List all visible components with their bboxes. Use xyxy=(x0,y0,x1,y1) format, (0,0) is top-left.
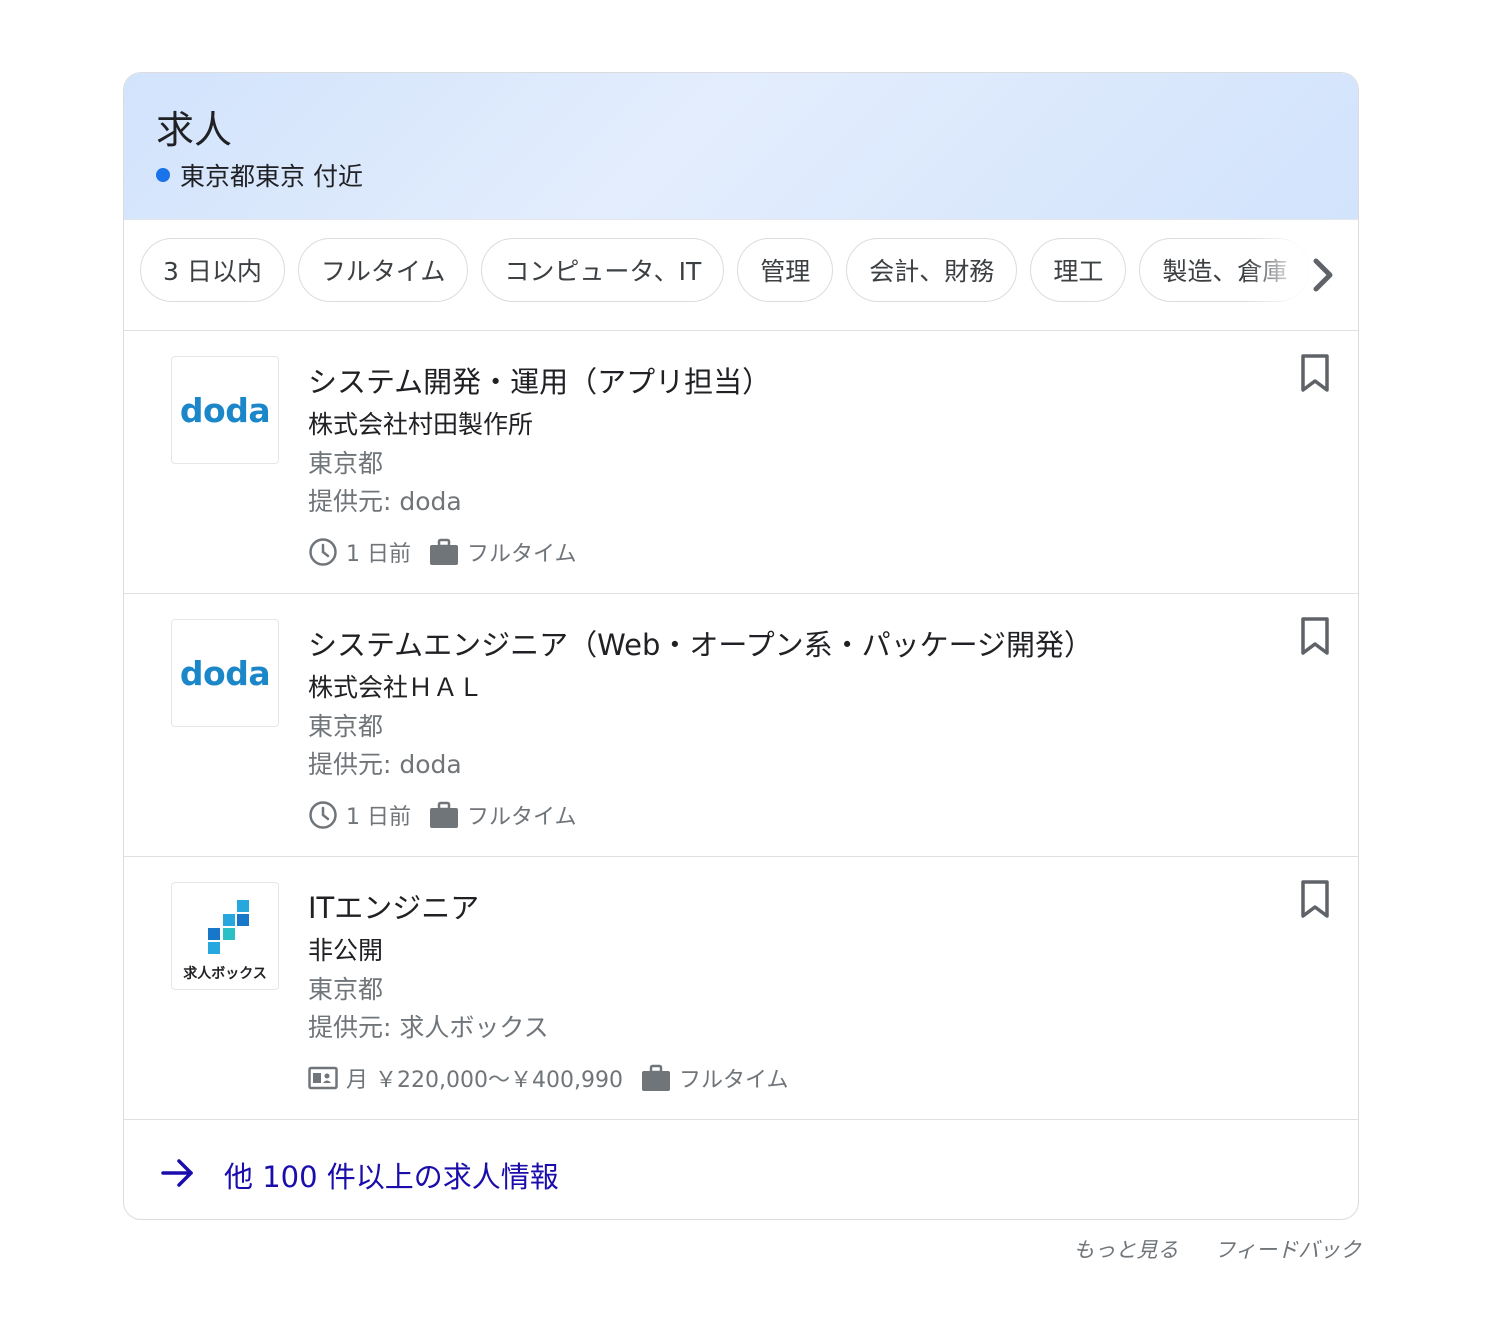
job-item[interactable]: doda システム開発・運用（アプリ担当） 株式会社村田製作所 東京都 提供元:… xyxy=(124,331,1358,594)
job-source: 提供元: doda xyxy=(308,750,462,779)
chips-fade xyxy=(1248,220,1358,330)
kyujinbox-logo-text: 求人ボックス xyxy=(183,965,267,982)
more-jobs-link[interactable]: 他 100 件以上の求人情報 xyxy=(124,1120,1358,1217)
more-link[interactable]: もっと見る xyxy=(1073,1234,1178,1264)
more-jobs-label[interactable]: 他 100 件以上の求人情報 xyxy=(224,1154,559,1196)
location-dot-icon xyxy=(156,168,170,182)
location-label: 東京都東京 付近 xyxy=(180,162,363,191)
job-meta: 月 ￥220,000〜￥400,990 フルタイム xyxy=(308,1062,807,1094)
posted-meta: 1 日前 xyxy=(308,536,411,568)
job-location: 東京都 xyxy=(308,712,384,741)
job-source: 提供元: 求人ボックス xyxy=(308,1013,549,1042)
posted-meta: 1 日前 xyxy=(308,799,411,831)
chip-accounting[interactable]: 会計、財務 xyxy=(846,238,1018,302)
doda-logo-text: doda xyxy=(179,653,271,693)
jobs-card: 求人 東京都東京 付近 3 日以内 フルタイム コンピュータ、IT 管理 会計、… xyxy=(123,72,1359,1220)
clock-icon xyxy=(309,538,337,566)
job-location: 東京都 xyxy=(308,449,384,478)
type-meta: フルタイム xyxy=(429,799,577,831)
job-item[interactable]: doda システムエンジニア（Web・オープン系・パッケージ開発） 株式会社ＨＡ… xyxy=(124,594,1358,857)
filter-chips-row: 3 日以内 フルタイム コンピュータ、IT 管理 会計、財務 理工 製造、倉庫 xyxy=(140,238,1311,302)
briefcase-icon xyxy=(641,1064,670,1091)
job-company: 株式会社ＨＡＬ xyxy=(308,673,484,702)
chip-engineering[interactable]: 理工 xyxy=(1030,238,1127,302)
chip-fulltime[interactable]: フルタイム xyxy=(297,238,469,302)
doda-logo: doda xyxy=(171,619,279,727)
bookmark-icon[interactable] xyxy=(1298,616,1332,656)
chevron-right-icon[interactable] xyxy=(1306,255,1340,295)
clock-icon xyxy=(309,801,337,829)
posted-label: 1 日前 xyxy=(346,542,411,567)
job-meta: 1 日前 フルタイム xyxy=(308,536,595,568)
doda-logo-text: doda xyxy=(179,390,271,430)
salary-meta: 月 ￥220,000〜￥400,990 xyxy=(308,1062,623,1094)
type-label: フルタイム xyxy=(467,805,577,830)
briefcase-icon xyxy=(430,538,458,565)
job-company: 株式会社村田製作所 xyxy=(308,410,534,439)
chip-computer-it[interactable]: コンピュータ、IT xyxy=(481,238,725,302)
kyujinbox-logo-mark: 求人ボックス xyxy=(183,900,267,982)
jobs-title: 求人 xyxy=(156,108,233,152)
arrow-right-icon xyxy=(161,1159,193,1187)
salary-label: 月 ￥220,000〜￥400,990 xyxy=(346,1068,623,1093)
job-title: システムエンジニア（Web・オープン系・パッケージ開発） xyxy=(308,628,1094,662)
salary-icon xyxy=(308,1066,338,1090)
job-location: 東京都 xyxy=(308,975,384,1004)
job-title: システム開発・運用（アプリ担当） xyxy=(308,365,772,399)
type-meta: フルタイム xyxy=(641,1062,789,1094)
job-title: ITエンジニア xyxy=(308,891,480,925)
feedback-link[interactable]: フィードバック xyxy=(1214,1234,1361,1264)
job-meta: 1 日前 フルタイム xyxy=(308,799,595,831)
bookmark-icon[interactable] xyxy=(1298,879,1332,919)
doda-logo: doda xyxy=(171,356,279,464)
chip-3-days[interactable]: 3 日以内 xyxy=(140,238,285,302)
jobs-header: 求人 東京都東京 付近 xyxy=(124,73,1358,220)
type-label: フルタイム xyxy=(678,1068,789,1093)
job-source: 提供元: doda xyxy=(308,487,462,516)
location-row: 東京都東京 付近 xyxy=(156,157,363,193)
briefcase-icon xyxy=(430,801,458,828)
job-company: 非公開 xyxy=(308,936,384,965)
bookmark-icon[interactable] xyxy=(1298,353,1332,393)
chip-management[interactable]: 管理 xyxy=(737,238,834,302)
job-item[interactable]: 求人ボックス ITエンジニア 非公開 東京都 提供元: 求人ボックス 月 ￥22… xyxy=(124,857,1358,1120)
posted-label: 1 日前 xyxy=(346,805,411,830)
kyujinbox-logo: 求人ボックス xyxy=(171,882,279,990)
type-meta: フルタイム xyxy=(429,536,577,568)
footer-links: もっと見る フィードバック xyxy=(1073,1234,1361,1264)
type-label: フルタイム xyxy=(467,542,577,567)
filter-chips: 3 日以内 フルタイム コンピュータ、IT 管理 会計、財務 理工 製造、倉庫 xyxy=(124,220,1358,331)
